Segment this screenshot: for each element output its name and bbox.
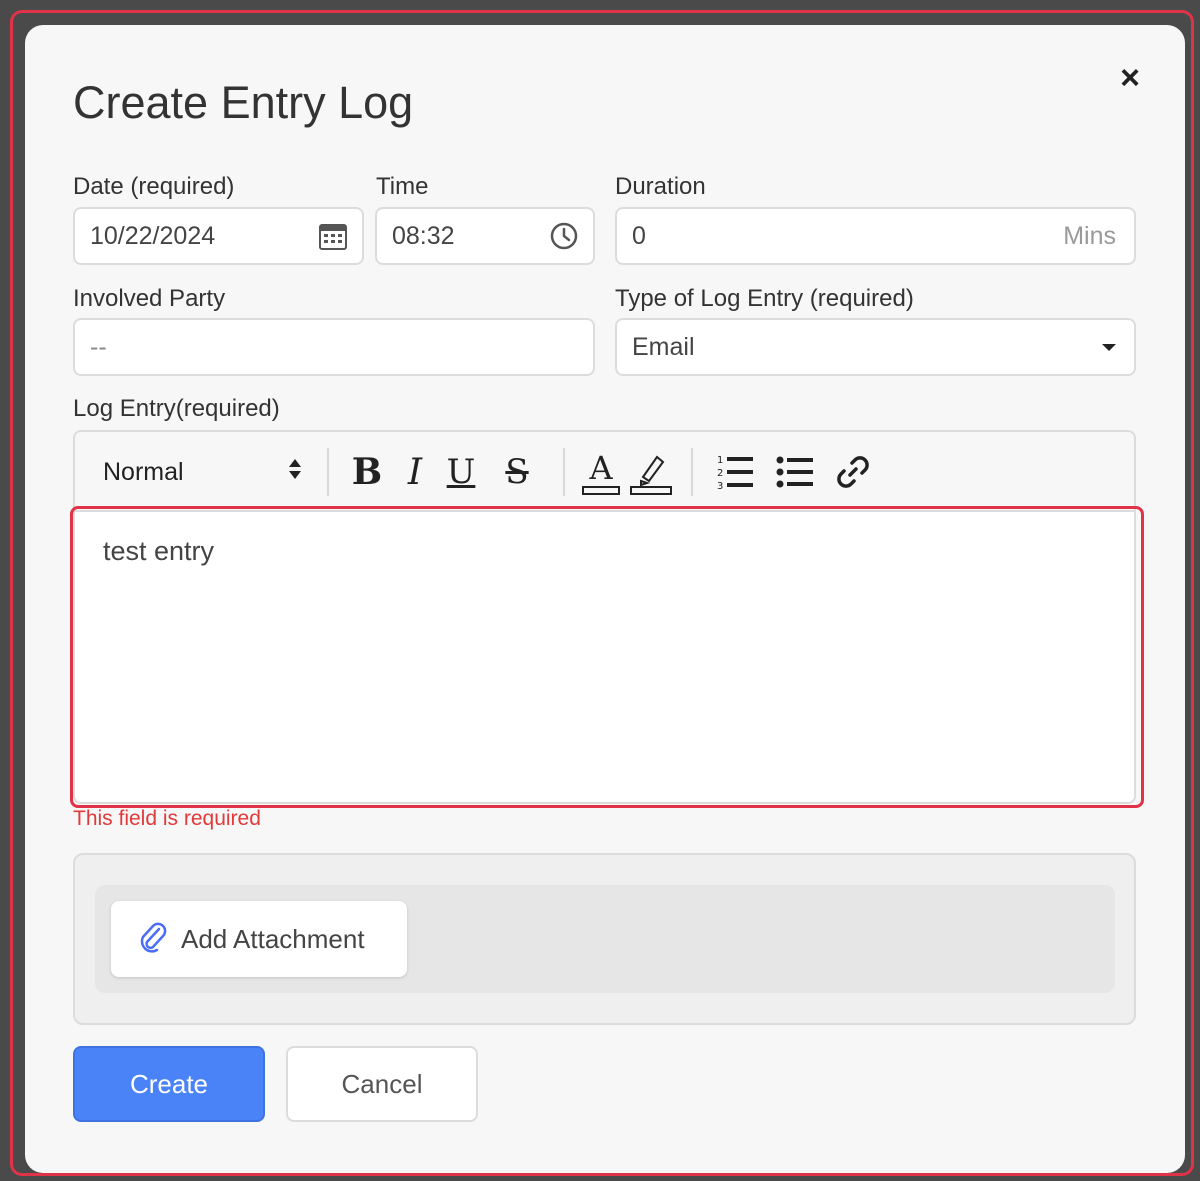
editor-toolbar: Normal B I U S A 1 2 3 <box>73 430 1136 510</box>
log-entry-editor[interactable]: test entry <box>73 510 1136 804</box>
log-type-label: Type of Log Entry (required) <box>615 285 914 312</box>
attachment-dropzone: Add Attachment <box>95 885 1115 993</box>
involved-party-label: Involved Party <box>73 285 226 312</box>
close-icon[interactable]: × <box>1115 61 1145 95</box>
link-icon[interactable] <box>833 450 873 494</box>
duration-label: Duration <box>615 173 706 200</box>
sort-arrows-icon <box>287 457 303 488</box>
log-type-select[interactable]: Email <box>615 318 1136 376</box>
duration-field[interactable]: 0 Mins <box>615 207 1136 265</box>
text-color-icon[interactable]: A <box>581 446 621 498</box>
cancel-button[interactable]: Cancel <box>286 1046 478 1122</box>
involved-party-input[interactable]: -- <box>73 318 595 376</box>
bold-icon[interactable]: B <box>347 448 387 496</box>
strikethrough-icon[interactable]: S <box>497 448 537 496</box>
ordered-list-icon[interactable]: 1 2 3 <box>715 450 755 494</box>
attachment-panel: Add Attachment <box>73 853 1136 1025</box>
date-value: 10/22/2024 <box>90 221 216 250</box>
time-field[interactable]: 08:32 <box>375 207 595 265</box>
format-select[interactable]: Normal <box>103 452 303 492</box>
date-label: Date (required) <box>73 173 235 200</box>
bullet-list-icon[interactable] <box>775 450 815 494</box>
duration-unit: Mins <box>1063 221 1116 250</box>
highlight-icon[interactable] <box>629 446 673 498</box>
log-entry-content: test entry <box>103 536 215 566</box>
involved-party-value: -- <box>90 332 107 361</box>
time-value: 08:32 <box>392 221 455 250</box>
log-type-value: Email <box>632 332 695 361</box>
toolbar-divider <box>327 448 329 496</box>
chevron-down-icon <box>1102 343 1116 351</box>
log-entry-error: This field is required <box>73 807 261 830</box>
svg-text:A: A <box>588 449 613 487</box>
paperclip-icon <box>137 919 167 960</box>
modal-title: Create Entry Log <box>73 77 414 128</box>
toolbar-divider <box>691 448 693 496</box>
calendar-icon[interactable] <box>316 219 350 253</box>
svg-text:2: 2 <box>717 468 723 479</box>
duration-value: 0 <box>632 221 646 250</box>
create-entry-log-modal: × Create Entry Log Date (required) Time … <box>25 25 1185 1173</box>
clock-icon[interactable] <box>547 219 581 253</box>
add-attachment-button[interactable]: Add Attachment <box>111 901 407 977</box>
format-select-value: Normal <box>103 457 184 486</box>
italic-icon[interactable]: I <box>395 448 435 496</box>
time-label: Time <box>376 173 429 200</box>
log-entry-label: Log Entry(required) <box>73 395 280 422</box>
svg-text:1: 1 <box>717 455 723 466</box>
svg-text:3: 3 <box>717 481 723 492</box>
add-attachment-label: Add Attachment <box>181 923 365 954</box>
toolbar-divider <box>563 448 565 496</box>
date-field[interactable]: 10/22/2024 <box>73 207 364 265</box>
create-button[interactable]: Create <box>73 1046 265 1122</box>
underline-icon[interactable]: U <box>441 448 481 496</box>
